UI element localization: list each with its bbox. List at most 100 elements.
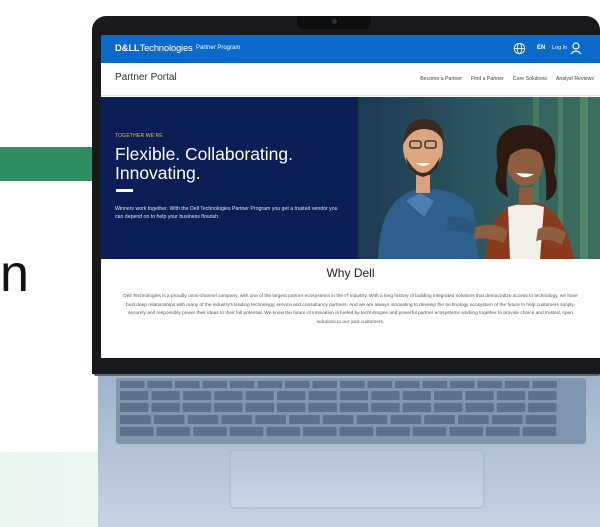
- keyboard-key: [412, 427, 447, 436]
- keyboard-key: [486, 427, 520, 436]
- keyboard-key: [371, 403, 400, 412]
- keyboard-key: [312, 381, 337, 388]
- keyboard-key: [257, 381, 282, 388]
- nav-analyst-reviews[interactable]: Analyst Reviews: [556, 76, 594, 82]
- keyboard-key: [151, 391, 180, 400]
- keyboard-key: [376, 427, 410, 436]
- keyboard-key: [277, 403, 306, 412]
- keyboard-key: [120, 427, 154, 436]
- portal-nav-links: Become a Partner Find a Partner Core Sol…: [420, 76, 594, 82]
- laptop-keyboard-deck: [98, 372, 600, 527]
- nav-become-a-partner[interactable]: Become a Partner: [420, 76, 462, 82]
- hero-body-text: Winners work together. With the Dell Tec…: [115, 206, 338, 220]
- keyboard-key: [182, 391, 212, 400]
- keyboard-key: [214, 403, 243, 412]
- keyboard-key: [477, 381, 502, 388]
- keyboard-key: [496, 391, 526, 400]
- language-selector[interactable]: EN: [537, 45, 545, 51]
- keyboard-key: [120, 415, 151, 424]
- keyboard-key: [187, 415, 219, 424]
- keyboard-key: [339, 403, 369, 412]
- keyboard-key: [147, 381, 172, 388]
- keyboard-key: [120, 403, 149, 412]
- hero-banner: TOGETHER WE'RE Flexible. Collaborating. …: [101, 97, 600, 259]
- keyboard-key: [434, 403, 463, 412]
- keyboard-key: [156, 427, 191, 436]
- keyboard-key: [245, 403, 274, 412]
- keyboard-key: [255, 415, 286, 424]
- keyboard-key: [120, 381, 145, 388]
- webcam-icon: [332, 19, 337, 24]
- keyboard-key: [402, 391, 431, 400]
- keyboard-key: [505, 381, 530, 388]
- dell-technologies-logo[interactable]: D&LLTechnologies: [115, 43, 193, 54]
- keyboard-key: [322, 415, 354, 424]
- keyboard-key: [193, 427, 227, 436]
- keyboard-key: [458, 415, 489, 424]
- keyboard-key: [367, 381, 392, 388]
- keyboard-key: [214, 391, 243, 400]
- hero-headline: Flexible. Collaborating. Innovating.: [115, 144, 294, 183]
- keyboard-key: [422, 381, 447, 388]
- keyboard-key: [395, 381, 420, 388]
- keyboard-key: [229, 427, 264, 436]
- keyboard-key: [303, 427, 337, 436]
- keyboard-key: [221, 415, 253, 424]
- keyboard-key: [182, 403, 212, 412]
- keyboard-key: [308, 391, 337, 400]
- keyboard-key: [371, 391, 400, 400]
- keyboard-key: [525, 415, 557, 424]
- partner-program-label: Partner Program: [196, 45, 241, 51]
- hero-accent-rule: [116, 189, 133, 192]
- portal-nav-bar: Partner Portal Become a Partner Find a P…: [101, 63, 600, 96]
- keyboard-key: [289, 415, 320, 424]
- nav-core-solutions[interactable]: Core Solutions: [513, 76, 547, 82]
- user-icon[interactable]: [569, 41, 583, 55]
- keyboard-key: [522, 427, 557, 436]
- keyboard-key: [424, 415, 455, 424]
- keyboard-key: [450, 381, 475, 388]
- keyboard-key: [277, 391, 306, 400]
- keyboard-key: [434, 391, 463, 400]
- why-dell-heading: Why Dell: [326, 266, 375, 280]
- hero-photo: [358, 97, 600, 259]
- keyboard-key: [496, 403, 526, 412]
- keyboard-key: [402, 403, 431, 412]
- keyboard-key: [151, 403, 180, 412]
- why-dell-section: Why Dell Dell Technologies is a proudly …: [101, 259, 600, 358]
- keyboard-key: [120, 391, 149, 400]
- keyboard-key: [285, 381, 310, 388]
- hero-text-panel: TOGETHER WE'RE Flexible. Collaborating. …: [101, 97, 361, 259]
- background-glyph: n: [0, 245, 29, 303]
- keyboard-key: [465, 403, 494, 412]
- trackpad: [229, 449, 485, 509]
- keyboard-key: [449, 427, 483, 436]
- keyboard-key: [308, 403, 337, 412]
- keyboard-key: [202, 381, 227, 388]
- dell-top-bar: D&LLTechnologies Partner Program EN Log …: [101, 35, 600, 63]
- brand-wordmark: D&LL: [115, 43, 140, 54]
- keyboard-key: [266, 427, 300, 436]
- screenshot: n D&LLTechnologies Partner Program EN Lo…: [0, 0, 600, 527]
- keyboard-key: [339, 391, 369, 400]
- keyboard-key: [390, 415, 422, 424]
- laptop-screen: D&LLTechnologies Partner Program EN Log …: [101, 35, 600, 358]
- keyboard-key: [465, 391, 494, 400]
- keyboard-key: [356, 415, 388, 424]
- login-link[interactable]: Log In: [552, 45, 567, 51]
- keyboard-key: [532, 381, 557, 388]
- why-dell-body: Dell Technologies is a proudly omni-chan…: [123, 294, 578, 325]
- keyboard-key: [230, 381, 255, 388]
- keyboard-key: [153, 415, 185, 424]
- keyboard-key: [339, 427, 374, 436]
- portal-title[interactable]: Partner Portal: [115, 72, 177, 83]
- brand-suffix: Technologies: [139, 43, 193, 54]
- globe-icon[interactable]: [513, 42, 526, 55]
- keyboard-key: [175, 381, 200, 388]
- keyboard-key: [528, 403, 557, 412]
- keyboard-key: [528, 391, 557, 400]
- keyboard-key: [245, 391, 274, 400]
- nav-find-a-partner[interactable]: Find a Partner: [471, 76, 504, 82]
- hero-eyebrow: TOGETHER WE'RE: [115, 133, 163, 139]
- keyboard-key: [340, 381, 365, 388]
